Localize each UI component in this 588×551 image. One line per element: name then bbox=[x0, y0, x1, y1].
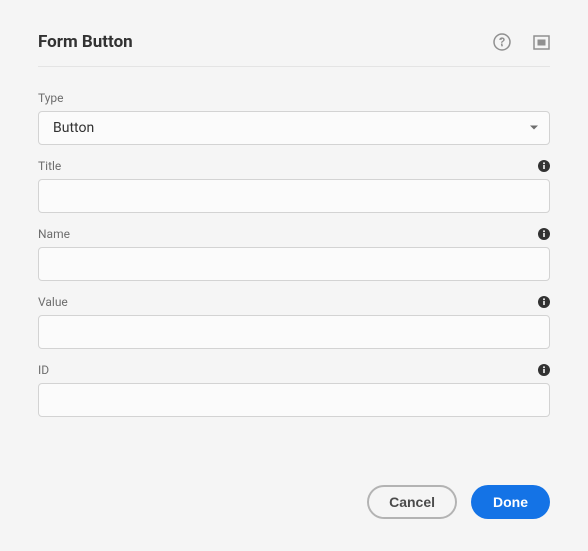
id-input[interactable] bbox=[38, 383, 550, 417]
info-icon[interactable] bbox=[538, 364, 550, 376]
info-icon[interactable] bbox=[538, 160, 550, 172]
field-title: Title bbox=[38, 159, 550, 213]
id-label: ID bbox=[38, 363, 49, 377]
type-select-value: Button bbox=[53, 120, 94, 136]
done-button[interactable]: Done bbox=[471, 485, 550, 519]
cancel-button[interactable]: Cancel bbox=[367, 485, 457, 519]
value-input[interactable] bbox=[38, 315, 550, 349]
field-id: ID bbox=[38, 363, 550, 417]
fullscreen-icon[interactable] bbox=[533, 34, 550, 51]
title-input[interactable] bbox=[38, 179, 550, 213]
dialog-header: Form Button ? bbox=[38, 32, 550, 67]
name-label: Name bbox=[38, 227, 70, 241]
info-icon[interactable] bbox=[538, 296, 550, 308]
info-icon[interactable] bbox=[538, 228, 550, 240]
help-icon[interactable]: ? bbox=[493, 33, 511, 51]
svg-text:?: ? bbox=[499, 36, 506, 48]
type-select[interactable]: Button bbox=[38, 111, 550, 145]
header-actions: ? bbox=[493, 33, 550, 51]
dialog-title: Form Button bbox=[38, 32, 133, 52]
field-type: Type Button bbox=[38, 91, 550, 145]
field-name: Name bbox=[38, 227, 550, 281]
field-value: Value bbox=[38, 295, 550, 349]
type-label: Type bbox=[38, 91, 64, 105]
value-label: Value bbox=[38, 295, 68, 309]
dialog-footer: Cancel Done bbox=[38, 485, 550, 519]
form-button-dialog: Form Button ? Type Button bbox=[38, 32, 550, 519]
title-label: Title bbox=[38, 159, 61, 173]
name-input[interactable] bbox=[38, 247, 550, 281]
